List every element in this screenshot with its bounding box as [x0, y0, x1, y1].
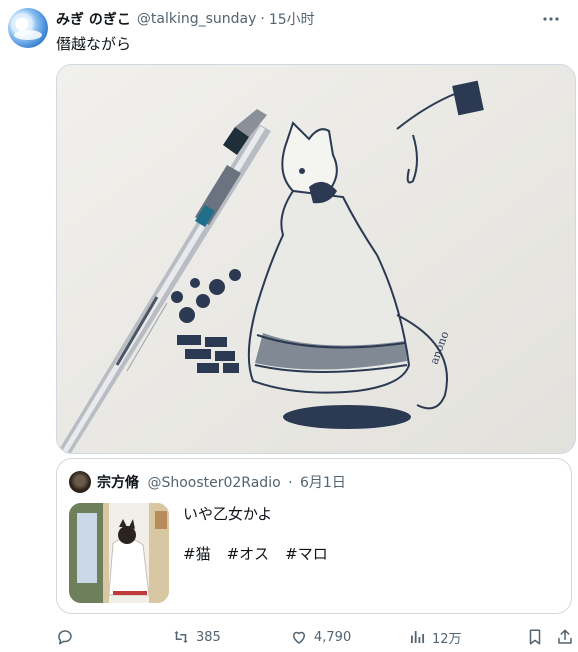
- quote-thumbnail[interactable]: [69, 503, 169, 603]
- bookmark-icon: [526, 628, 544, 646]
- quote-card[interactable]: 宗方脩 @Shooster02Radio · 6月1日 いや乙女かよ #猫 #オ…: [56, 458, 572, 614]
- quote-display-name[interactable]: 宗方脩: [97, 475, 139, 491]
- display-name[interactable]: みぎ のぎこ: [56, 9, 131, 29]
- more-icon[interactable]: [542, 10, 560, 28]
- views-icon: [408, 628, 426, 646]
- quote-handle[interactable]: @Shooster02Radio: [147, 475, 280, 491]
- bookmark-button[interactable]: [526, 626, 544, 648]
- quote-separator: ·: [288, 475, 293, 491]
- views-button[interactable]: 12万: [408, 626, 462, 648]
- repost-count: 385: [196, 629, 221, 645]
- share-button[interactable]: [556, 626, 574, 648]
- quote-hashtags: #猫 #オス #マロ: [183, 543, 328, 564]
- like-count: 4,790: [314, 629, 352, 645]
- like-button[interactable]: 4,790: [290, 626, 351, 648]
- separator: ·: [260, 11, 265, 27]
- quote-header: 宗方脩 @Shooster02Radio · 6月1日: [97, 472, 346, 492]
- user-handle[interactable]: @talking_sunday: [137, 11, 257, 27]
- post-time[interactable]: 15小时: [269, 9, 315, 29]
- post-image[interactable]: anono: [56, 64, 576, 454]
- share-icon: [556, 628, 574, 646]
- action-bar: 385 4,790 12万: [56, 626, 576, 648]
- reply-button[interactable]: [56, 626, 80, 648]
- quote-avatar[interactable]: [69, 471, 91, 493]
- view-count: 12万: [432, 631, 462, 647]
- quote-text: いや乙女かよ: [183, 505, 273, 523]
- avatar[interactable]: [8, 8, 48, 48]
- repost-icon: [172, 628, 190, 646]
- quote-date[interactable]: 6月1日: [300, 475, 346, 491]
- post-header: みぎ のぎこ @talking_sunday · 15小时: [56, 9, 538, 29]
- repost-button[interactable]: 385: [172, 626, 221, 648]
- hashtag-link[interactable]: #猫: [183, 543, 211, 564]
- hashtag-link[interactable]: #オス: [227, 543, 270, 564]
- reply-icon: [56, 628, 74, 646]
- post-text: 僭越ながら: [56, 35, 132, 53]
- like-icon: [290, 628, 308, 646]
- hashtag-link[interactable]: #マロ: [285, 543, 328, 564]
